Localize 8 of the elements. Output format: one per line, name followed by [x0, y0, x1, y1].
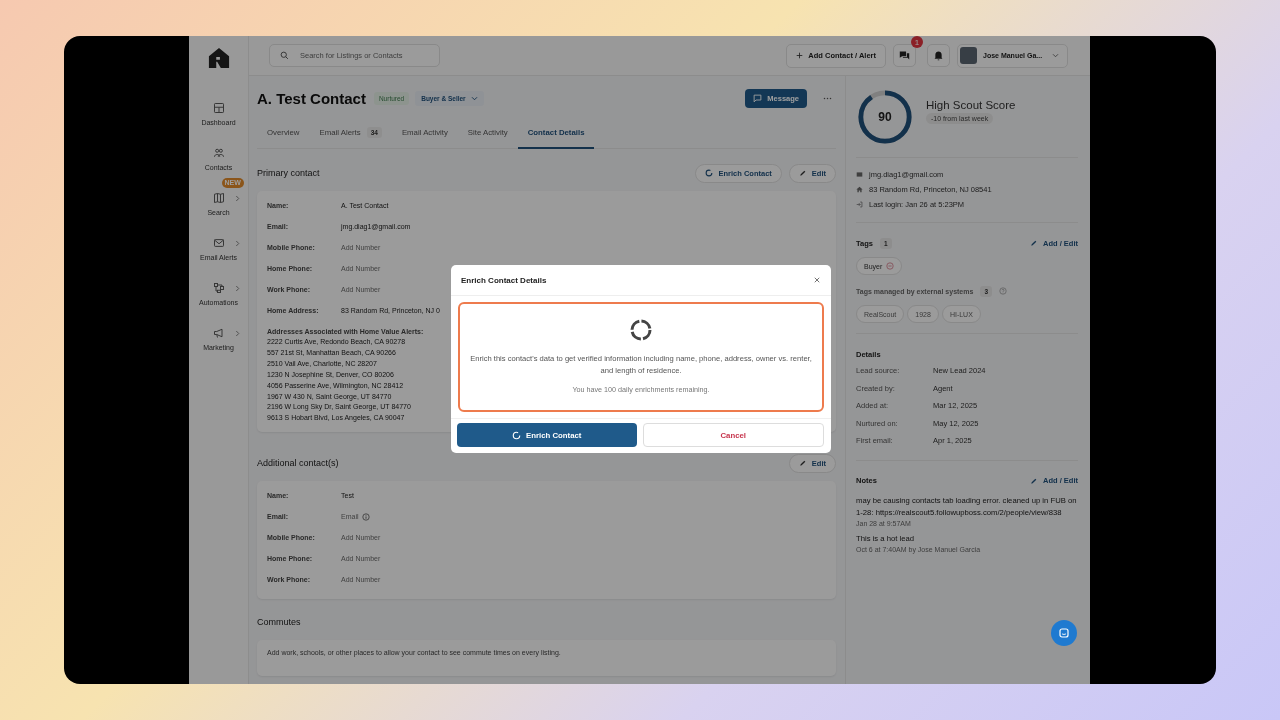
section-title: Commutes: [257, 617, 301, 628]
section-title: Additional contact(s): [257, 458, 339, 469]
contact-name: A. Test Contact: [257, 89, 366, 107]
dialog-title: Enrich Contact Details: [461, 275, 547, 285]
notification-badge: 1: [911, 36, 923, 48]
section-title: Primary contact: [257, 168, 320, 178]
score-title: High Scout Score: [926, 98, 1016, 111]
score-value: 90: [877, 109, 893, 126]
